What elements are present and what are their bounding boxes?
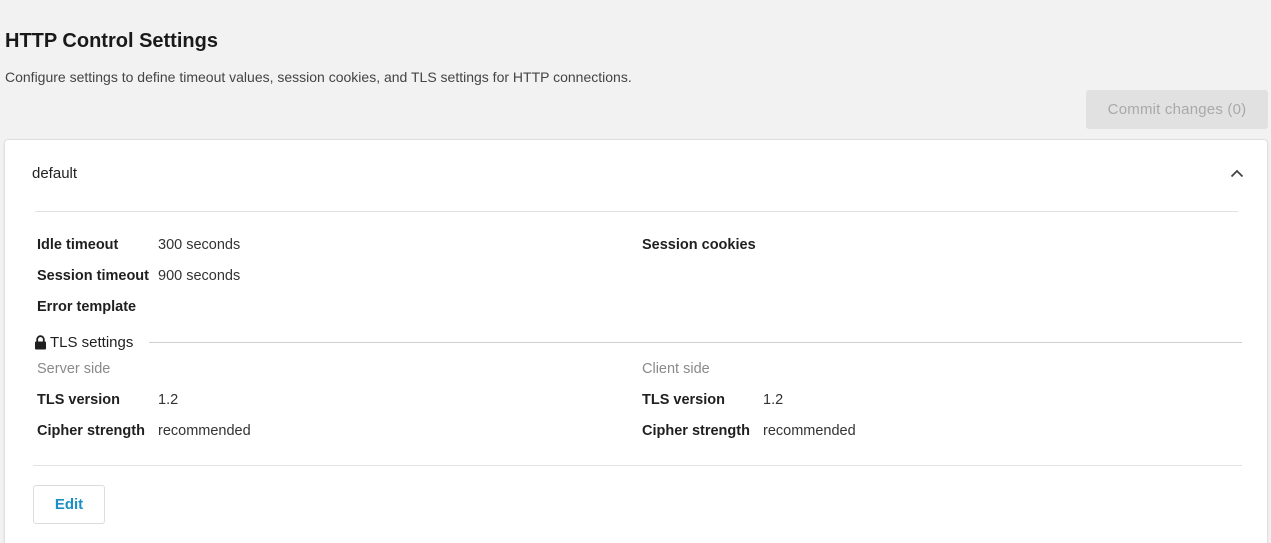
server-side-heading: Server side <box>37 361 111 377</box>
tls-settings-heading: TLS settings <box>34 334 133 351</box>
client-tls-version-label: TLS version <box>642 392 725 408</box>
session-cookies-label: Session cookies <box>642 237 756 253</box>
collapse-toggle-button[interactable] <box>1227 164 1247 182</box>
idle-timeout-value: 300 seconds <box>158 237 241 253</box>
server-cipher-strength-value: recommended <box>158 423 251 439</box>
commit-changes-button[interactable]: Commit changes (0) <box>1086 90 1268 129</box>
client-tls-version-value: 1.2 <box>763 392 784 408</box>
tls-settings-label: TLS settings <box>50 334 134 351</box>
tls-section-divider <box>149 342 1242 343</box>
page-description: Configure settings to define timeout val… <box>5 69 632 85</box>
profile-name: default <box>32 165 78 182</box>
client-cipher-strength-value: recommended <box>763 423 856 439</box>
page-title: HTTP Control Settings <box>5 30 218 52</box>
server-tls-version-label: TLS version <box>37 392 120 408</box>
client-side-heading: Client side <box>642 361 710 377</box>
lock-icon <box>35 335 46 350</box>
header-divider <box>35 211 1238 212</box>
session-timeout-value: 900 seconds <box>158 268 241 284</box>
client-cipher-strength-label: Cipher strength <box>642 423 750 439</box>
chevron-up-icon <box>1230 169 1244 177</box>
server-cipher-strength-label: Cipher strength <box>37 423 145 439</box>
session-timeout-label: Session timeout <box>37 268 149 284</box>
edit-button[interactable]: Edit <box>33 485 105 524</box>
error-template-label: Error template <box>37 299 137 315</box>
server-tls-version-value: 1.2 <box>158 392 179 408</box>
http-profile-card: default Idle timeout 300 seconds Session… <box>4 139 1268 543</box>
footer-divider <box>33 465 1242 466</box>
idle-timeout-label: Idle timeout <box>37 237 119 253</box>
